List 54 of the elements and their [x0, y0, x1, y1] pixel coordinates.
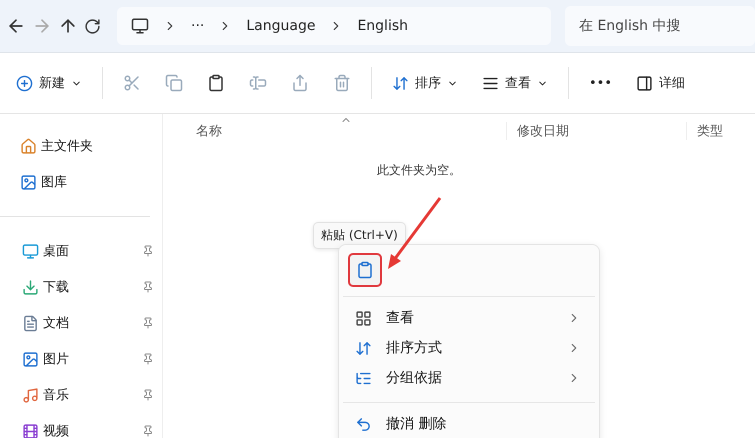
- view-button[interactable]: 查看: [472, 65, 558, 101]
- plus-icon: [16, 74, 33, 92]
- sort-icon: [355, 340, 372, 356]
- new-button[interactable]: 新建: [6, 65, 92, 101]
- sidebar-item[interactable]: 视频: [0, 413, 162, 438]
- pin-icon: [142, 353, 154, 365]
- sidebar-item[interactable]: 主文件夹: [0, 128, 162, 164]
- sort-icon: [392, 74, 409, 92]
- clipboard-icon: [356, 261, 374, 279]
- details-button[interactable]: 详细: [626, 65, 696, 101]
- sidebar-item[interactable]: 下载: [0, 269, 162, 305]
- scissors-icon: [123, 74, 141, 92]
- picture-icon: [22, 350, 39, 368]
- music-icon: [22, 386, 39, 404]
- gallery-icon: [20, 174, 37, 190]
- details-pane-icon: [636, 74, 654, 92]
- breadcrumb-item[interactable]: English: [357, 18, 408, 34]
- sidebar-item[interactable]: 音乐: [0, 377, 162, 413]
- pin-icon: [142, 245, 154, 257]
- document-icon: [22, 314, 39, 332]
- rename-icon: [249, 74, 267, 92]
- menu-item[interactable]: 撤消 删除: [339, 409, 599, 438]
- sidebar-item[interactable]: 桌面: [0, 233, 162, 269]
- computer-icon: [131, 17, 149, 35]
- menu-item[interactable]: 排序方式: [339, 333, 599, 363]
- video-icon: [22, 422, 39, 438]
- search-field[interactable]: 在 English 中搜: [565, 6, 755, 46]
- more-button[interactable]: •••: [579, 65, 622, 101]
- column-header[interactable]: 名称: [196, 122, 506, 140]
- sidebar-item[interactable]: 图片: [0, 341, 162, 377]
- undo-icon: [355, 416, 372, 432]
- home-icon: [20, 138, 37, 154]
- breadcrumb-item[interactable]: ···: [191, 18, 204, 34]
- grid-icon: [355, 310, 372, 326]
- sidebar-item[interactable]: 图库: [0, 164, 162, 200]
- sort-button[interactable]: 排序: [382, 65, 468, 101]
- pin-icon: [142, 389, 154, 401]
- pin-icon: [142, 425, 154, 437]
- pin-icon: [142, 281, 154, 293]
- share-icon: [291, 74, 309, 92]
- menu-item[interactable]: 分组依据: [339, 363, 599, 393]
- sidebar-item[interactable]: 文档: [0, 305, 162, 341]
- column-header[interactable]: 类型: [686, 122, 755, 140]
- clipboard-icon: [207, 74, 225, 92]
- pin-icon: [142, 317, 154, 329]
- column-header[interactable]: 修改日期: [506, 122, 686, 140]
- trash-icon: [333, 74, 351, 92]
- breadcrumb-item[interactable]: Language: [246, 18, 316, 34]
- menu-item[interactable]: 查看: [339, 303, 599, 333]
- empty-folder-message: 此文件夹为空。: [376, 162, 462, 179]
- desktop-icon: [22, 242, 39, 260]
- download-icon: [22, 278, 39, 296]
- refresh-icon: [84, 18, 101, 34]
- copy-icon: [165, 74, 183, 92]
